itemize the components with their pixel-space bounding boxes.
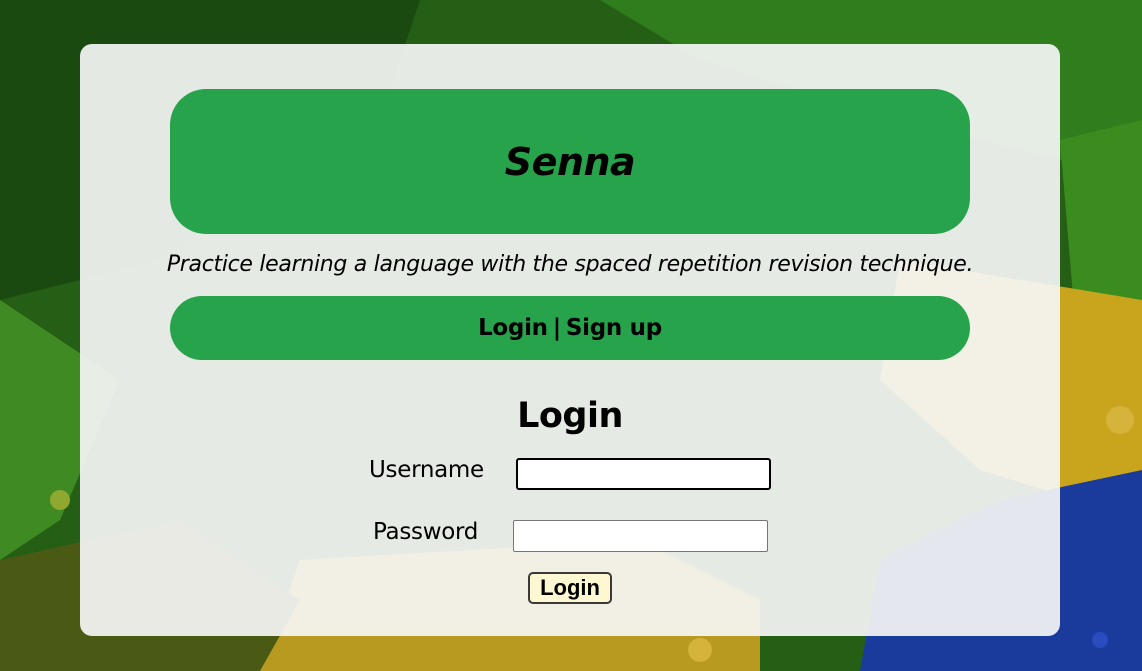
login-submit-button[interactable]: Login bbox=[528, 572, 612, 604]
app-title: Senna bbox=[504, 139, 636, 184]
username-input[interactable] bbox=[516, 458, 771, 490]
title-banner: Senna bbox=[170, 89, 970, 234]
login-card: Senna Practice learning a language with … bbox=[80, 44, 1060, 636]
tagline: Practice learning a language with the sp… bbox=[166, 252, 974, 277]
password-label: Password bbox=[373, 519, 479, 545]
login-heading: Login bbox=[517, 396, 623, 436]
nav-separator: | bbox=[552, 315, 561, 341]
login-link[interactable]: Login bbox=[478, 315, 548, 341]
signup-link[interactable]: Sign up bbox=[566, 315, 662, 341]
auth-nav-banner: Login | Sign up bbox=[170, 296, 970, 360]
username-label: Username bbox=[369, 457, 484, 483]
password-input[interactable] bbox=[513, 520, 768, 552]
